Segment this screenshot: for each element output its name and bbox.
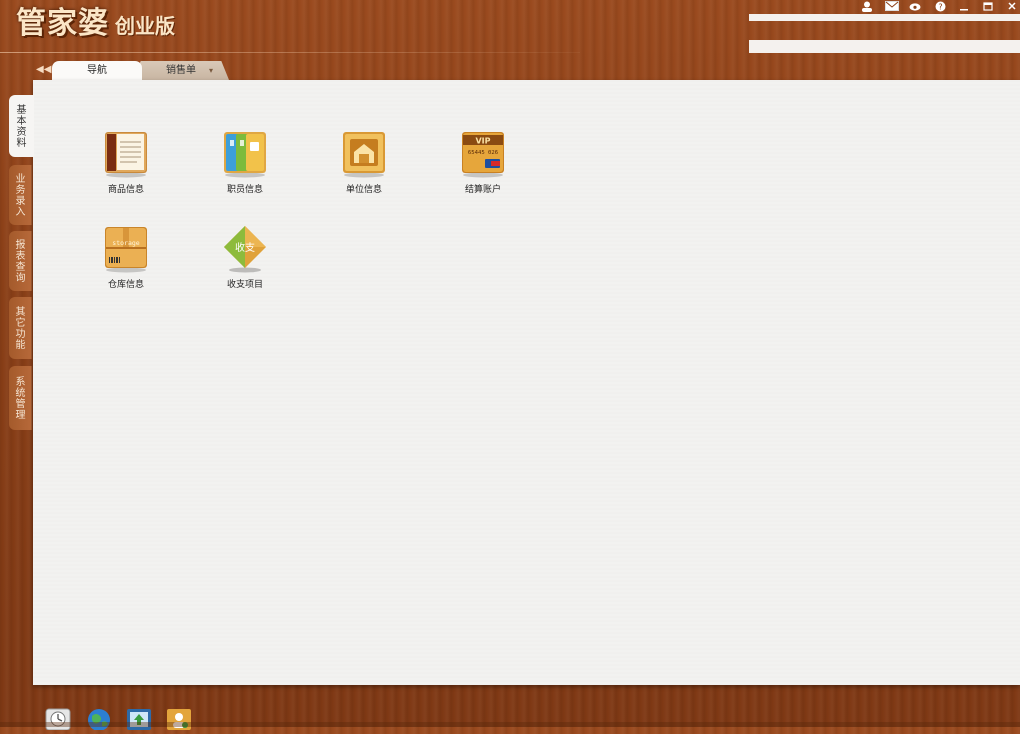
side-tab-char: 业 — [15, 174, 26, 185]
tab-label: 导航 — [87, 65, 107, 76]
tile-label: 职员信息 — [226, 185, 263, 195]
side-tab-char: 它 — [15, 318, 26, 329]
side-tab-char: 管 — [15, 399, 26, 410]
navigation-panel: 商品信息 职员信息 单位信息 VIP 65445 026 结算账户 storag… — [33, 80, 1020, 685]
side-tab-report-query[interactable]: 报 表 查 询 — [9, 231, 32, 291]
close-icon[interactable] — [1004, 1, 1020, 12]
tile-label: 单位信息 — [345, 185, 382, 195]
side-tab-char: 录 — [15, 196, 26, 207]
warehouse-door-icon — [341, 130, 387, 178]
product-book-icon — [103, 130, 149, 178]
tile-income-expense[interactable]: 收支 收支项目 — [195, 225, 295, 290]
side-tab-char: 务 — [15, 185, 26, 196]
side-tab-char: 询 — [15, 273, 26, 284]
diamond-label: 收支 — [235, 241, 255, 254]
storage-box-icon: storage — [103, 225, 149, 273]
vip-card-title: VIP — [475, 137, 490, 146]
tile-label: 结算账户 — [464, 185, 501, 195]
vip-card-number: 65445 026 — [468, 150, 498, 156]
side-tab-system-management[interactable]: 系 统 管 理 — [9, 366, 32, 430]
side-tab-char: 表 — [15, 251, 26, 262]
side-tab-char: 查 — [15, 262, 26, 273]
tile-warehouse-info[interactable]: storage 仓库信息 — [76, 225, 176, 290]
chevron-down-icon[interactable]: ▾ — [209, 61, 213, 80]
app-logo: 管家婆 创业版 — [16, 2, 175, 42]
storage-box-label: storage — [112, 239, 139, 247]
window-controls: ? — [852, 0, 1020, 12]
side-tab-char: 本 — [16, 116, 27, 127]
income-expense-diamond-icon: 收支 — [222, 225, 268, 273]
side-tab-char: 资 — [16, 127, 27, 138]
side-tab-char: 报 — [15, 240, 26, 251]
tile-product-info[interactable]: 商品信息 — [76, 130, 176, 195]
app-edition: 创业版 — [115, 14, 175, 38]
header-bar-top — [749, 14, 1020, 21]
side-tab-char: 能 — [15, 340, 26, 351]
minimize-icon[interactable] — [956, 1, 972, 12]
user-icon[interactable] — [860, 1, 876, 12]
help-icon[interactable]: ? — [932, 1, 948, 12]
side-tab-char: 基 — [16, 105, 27, 116]
bottom-toolbar — [0, 700, 1020, 731]
side-tab-char: 系 — [15, 377, 26, 388]
mail-icon[interactable] — [884, 0, 900, 12]
tile-settlement-account[interactable]: VIP 65445 026 结算账户 — [433, 130, 533, 195]
side-tab-char: 统 — [15, 388, 26, 399]
header-divider — [0, 52, 580, 53]
side-tab-other-functions[interactable]: 其 它 功 能 — [9, 297, 32, 359]
app-title: 管家婆 — [16, 6, 109, 41]
side-tab-char: 入 — [15, 207, 26, 218]
tab-navigation[interactable]: 导航 — [52, 61, 142, 80]
tile-label: 收支项目 — [226, 280, 263, 290]
side-tab-char: 理 — [15, 410, 26, 421]
tile-label: 商品信息 — [107, 185, 144, 195]
restore-icon[interactable] — [980, 1, 996, 12]
vip-card-icon: VIP 65445 026 — [460, 130, 506, 178]
tab-label: 销售单 — [166, 65, 196, 76]
tile-staff-info[interactable]: 职员信息 — [195, 130, 295, 195]
tile-unit-info[interactable]: 单位信息 — [314, 130, 414, 195]
header-bar-bottom — [749, 40, 1020, 53]
toolbar-baseline — [0, 722, 1020, 727]
side-tab-char: 其 — [15, 307, 26, 318]
collapse-panel-icon[interactable]: ◀◀ — [36, 64, 51, 75]
side-tab-business-entry[interactable]: 业 务 录 入 — [9, 165, 32, 225]
side-tab-char: 料 — [16, 138, 27, 149]
side-tab-basic-data[interactable]: 基 本 资 料 — [9, 95, 34, 157]
tile-label: 仓库信息 — [107, 280, 144, 290]
tab-sales-order[interactable]: 销售单 ▾ — [133, 61, 229, 80]
side-tab-char: 功 — [15, 329, 26, 340]
staff-cards-icon — [222, 130, 268, 178]
svg-text:?: ? — [938, 2, 942, 11]
weibo-icon[interactable] — [908, 1, 924, 12]
